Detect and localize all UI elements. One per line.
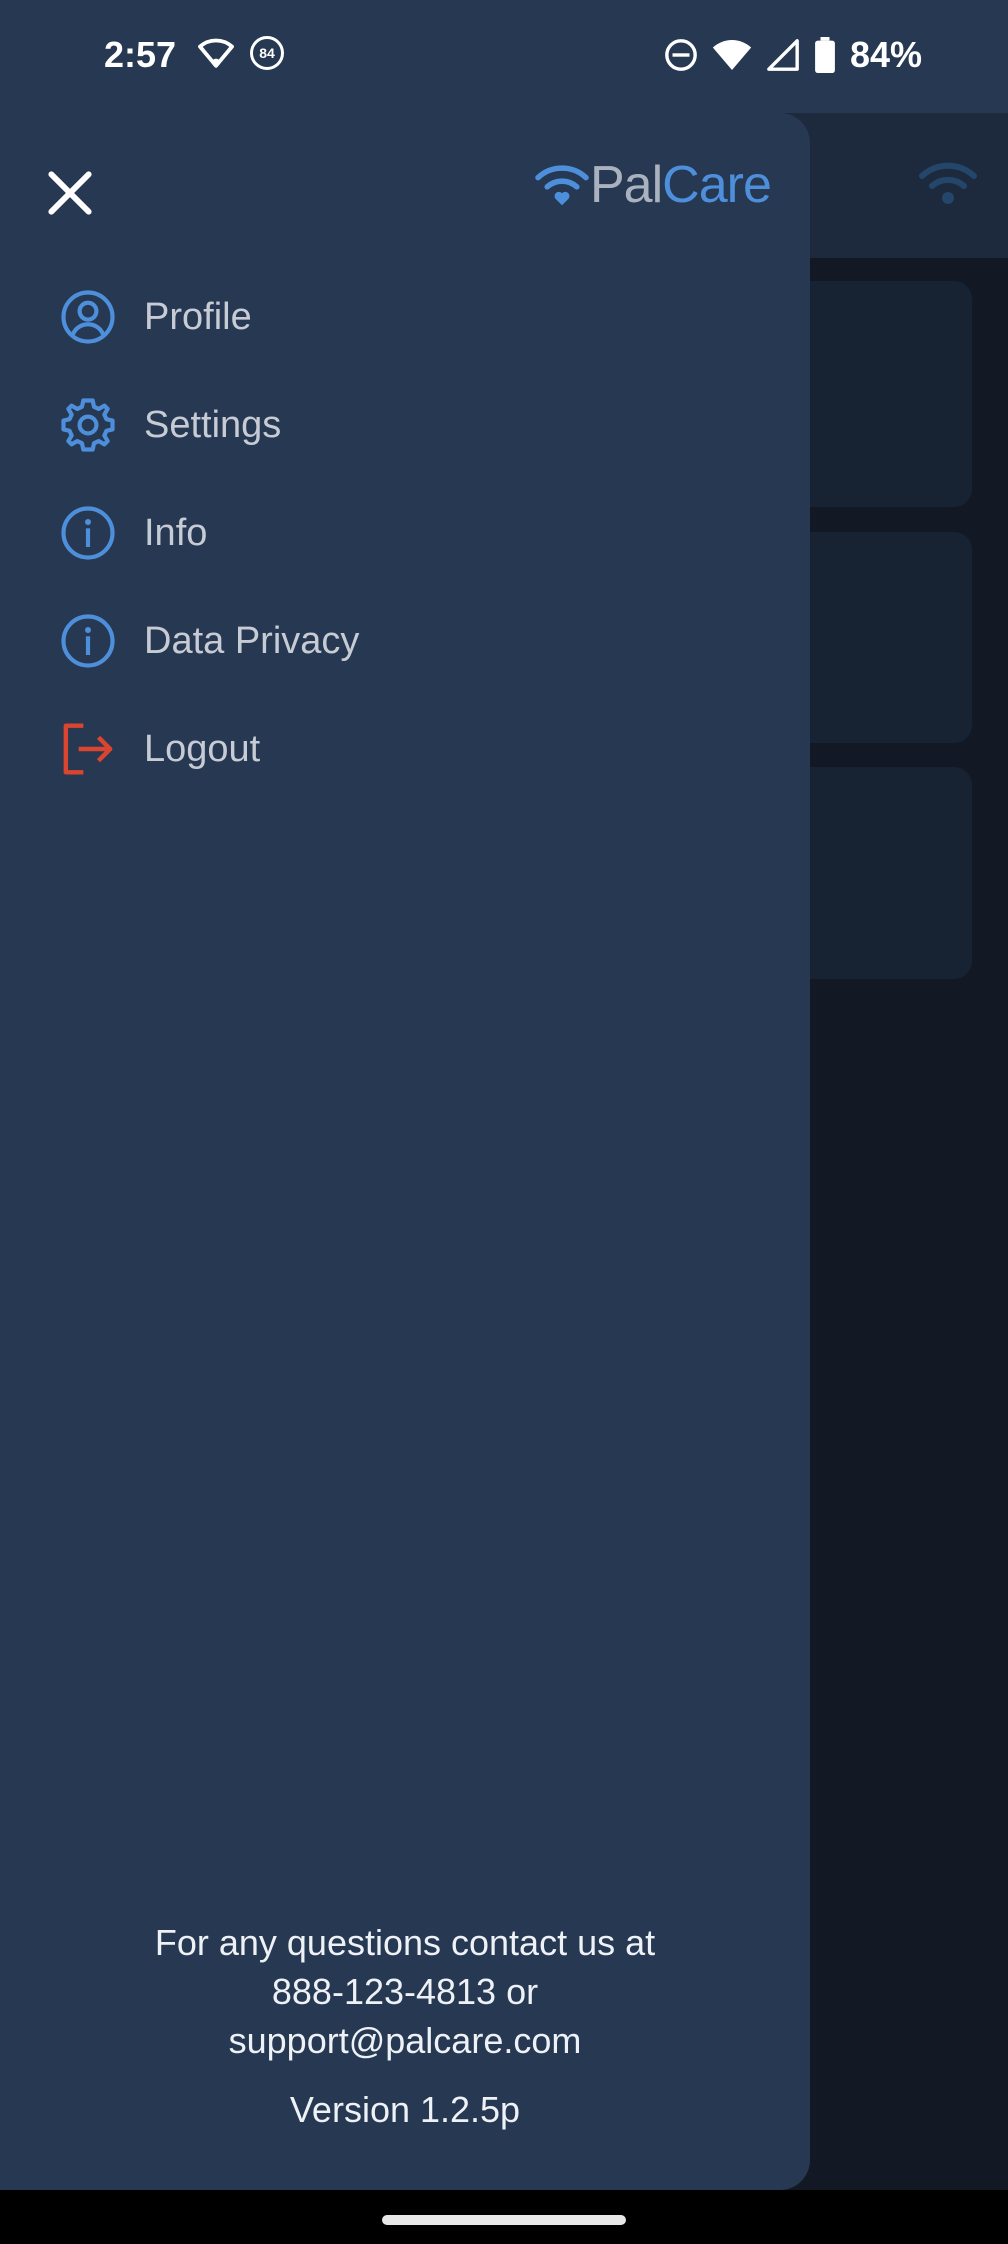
logout-icon — [60, 721, 116, 777]
palcare-logo: Pal Care — [534, 155, 772, 215]
status-bar: 2:57 84 84% — [0, 0, 1008, 113]
info-icon — [60, 505, 116, 561]
navigation-drawer: Pal Care Profile Settings Info Data Priv… — [0, 113, 810, 2190]
menu-label: Logout — [144, 727, 261, 770]
home-gesture-handle[interactable] — [382, 2215, 626, 2225]
contact-phone[interactable]: 888-123-4813 or — [105, 1967, 705, 2016]
drawer-footer: For any questions contact us at 888-123-… — [0, 1918, 810, 2131]
battery-icon — [815, 37, 835, 73]
menu-label: Profile — [144, 295, 252, 338]
close-icon — [48, 171, 92, 215]
contact-info: For any questions contact us at 888-123-… — [105, 1918, 705, 2065]
gear-icon — [60, 397, 116, 453]
logo-text-care: Care — [662, 156, 772, 214]
menu-label: Data Privacy — [144, 619, 360, 662]
status-right-icons: 84% — [664, 34, 922, 76]
profile-icon — [60, 289, 116, 345]
menu-item-info[interactable]: Info — [60, 479, 760, 587]
menu-label: Info — [144, 511, 208, 554]
menu-item-settings[interactable]: Settings — [60, 371, 760, 479]
app-version: Version 1.2.5p — [289, 2089, 521, 2130]
status-time: 2:57 — [104, 34, 177, 75]
status-left-icons: 84 — [196, 36, 284, 70]
battery-percent: 84% — [849, 34, 922, 75]
menu-item-data-privacy[interactable]: Data Privacy — [60, 587, 760, 695]
wifi-heart-icon — [535, 165, 589, 206]
menu-item-logout[interactable]: Logout — [60, 695, 760, 803]
background-wifi-icon — [919, 162, 977, 204]
notification-badge: 84 — [250, 36, 284, 70]
contact-line: For any questions contact us at — [154, 1922, 656, 1963]
menu-item-profile[interactable]: Profile — [60, 263, 760, 371]
contact-email[interactable]: support@palcare.com — [105, 2016, 705, 2065]
wifi-icon — [198, 38, 234, 68]
menu-label: Settings — [144, 403, 282, 446]
drawer-menu: Profile Settings Info Data Privacy Logou… — [60, 263, 760, 803]
do-not-disturb-icon — [665, 39, 697, 71]
close-button[interactable] — [38, 161, 102, 225]
info-icon — [60, 613, 116, 669]
system-nav-bar — [0, 2190, 1008, 2244]
cell-signal-icon — [767, 39, 799, 71]
wifi-signal-icon — [712, 40, 752, 70]
logo-text-pal: Pal — [590, 156, 663, 214]
